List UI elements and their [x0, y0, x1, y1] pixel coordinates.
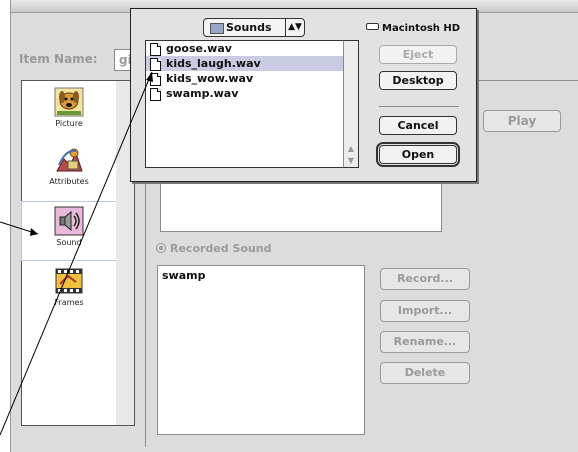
category-label: Sound: [56, 238, 82, 247]
file-name: kids_wow.wav: [166, 72, 254, 85]
folder-icon: [210, 23, 224, 34]
disk-name: Macintosh HD: [382, 23, 461, 34]
import-button[interactable]: Import...: [380, 300, 470, 322]
document-icon: [150, 88, 161, 101]
scroll-down-arrow-icon[interactable]: ▼: [344, 155, 358, 167]
eject-button[interactable]: Eject: [379, 45, 457, 64]
record-button[interactable]: Record...: [380, 268, 470, 290]
hard-disk-icon: [366, 23, 379, 30]
category-picture[interactable]: Picture: [22, 83, 116, 141]
recorded-sound-list[interactable]: swamp: [157, 265, 365, 435]
category-label: Attributes: [49, 177, 89, 186]
up-down-arrows-icon: ▲▼: [285, 19, 304, 36]
film-frames-icon: [55, 268, 83, 294]
document-icon: [150, 58, 161, 71]
open-button[interactable]: Open: [376, 142, 460, 167]
folder-popup[interactable]: Sounds ▲▼: [203, 18, 305, 37]
file-list-scrollbar[interactable]: ▲ ▼: [343, 40, 359, 168]
radio-dot-icon: [156, 243, 166, 253]
attributes-icon: [56, 148, 83, 172]
file-row-kids-laugh[interactable]: kids_laugh.wav: [146, 56, 344, 71]
document-icon: [150, 73, 161, 86]
file-name: swamp.wav: [166, 87, 239, 100]
file-name: kids_laugh.wav: [166, 57, 261, 70]
button-divider: [379, 106, 459, 107]
file-row-goose[interactable]: goose.wav: [146, 41, 344, 56]
disk-label: Macintosh HD: [366, 23, 460, 34]
item-name-label: Item Name:: [19, 52, 98, 66]
folder-popup-label: Sounds: [226, 21, 272, 34]
category-sound[interactable]: Sound: [21, 201, 117, 261]
category-label: Frames: [54, 298, 84, 307]
sound-file-list[interactable]: [160, 180, 442, 232]
delete-button[interactable]: Delete: [380, 362, 470, 384]
category-label: Picture: [55, 119, 83, 128]
cancel-button[interactable]: Cancel: [379, 116, 457, 135]
file-name: goose.wav: [166, 42, 232, 55]
speaker-icon: [54, 206, 84, 236]
play-button[interactable]: Play: [483, 110, 561, 132]
open-file-dialog: Sounds ▲▼ Macintosh HD goose.wav kids_la…: [130, 8, 477, 182]
recorded-sound-radio[interactable]: Recorded Sound: [156, 242, 272, 255]
recorded-sound-label: Recorded Sound: [170, 242, 272, 255]
category-attributes[interactable]: Attributes: [22, 141, 116, 199]
category-frames[interactable]: Frames: [22, 262, 116, 320]
dog-picture-icon: [54, 87, 84, 117]
category-strip: Picture Attributes Sound Frames: [21, 80, 117, 426]
scroll-up-arrow-icon[interactable]: ▲: [344, 143, 358, 155]
desktop-button[interactable]: Desktop: [379, 71, 457, 90]
file-row-swamp[interactable]: swamp.wav: [146, 86, 344, 101]
file-list[interactable]: goose.wav kids_laugh.wav kids_wow.wav sw…: [145, 40, 345, 168]
list-item[interactable]: swamp: [158, 266, 364, 285]
rename-button[interactable]: Rename...: [380, 331, 470, 353]
document-icon: [150, 43, 161, 56]
file-row-kids-wow[interactable]: kids_wow.wav: [146, 71, 344, 86]
